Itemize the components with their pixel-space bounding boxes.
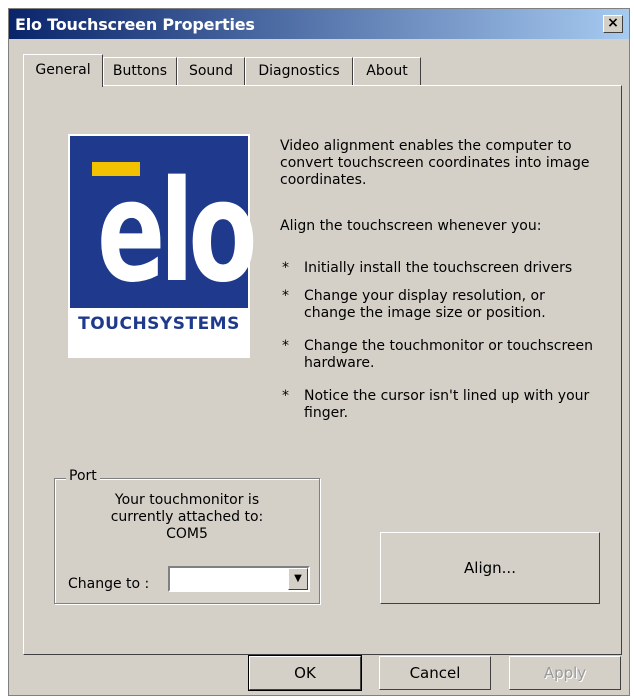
elo-logo: elo TOUCHSYSTEMS [68, 134, 258, 358]
apply-button[interactable]: Apply [509, 656, 621, 690]
tab-diagnostics[interactable]: Diagnostics [245, 57, 353, 85]
tab-general[interactable]: General [23, 54, 103, 87]
ok-button[interactable]: OK [248, 655, 362, 691]
bullet-marker: * [282, 260, 289, 276]
logo-subtitle: TOUCHSYSTEMS [78, 314, 240, 334]
close-icon: × [607, 15, 619, 31]
window-title: Elo Touchscreen Properties [15, 15, 255, 34]
close-button[interactable]: × [603, 15, 623, 33]
general-tab-panel: elo TOUCHSYSTEMS Video alignment enables… [23, 85, 622, 655]
logo-wordmark: elo [96, 151, 258, 314]
title-bar[interactable]: Elo Touchscreen Properties × [9, 9, 629, 39]
chevron-down-icon: ▼ [294, 573, 302, 584]
bullet-marker: * [282, 388, 289, 404]
bullet-marker: * [282, 288, 289, 304]
bullet-text: Change your display resolution, or chang… [304, 288, 546, 321]
tab-sound[interactable]: Sound [177, 57, 245, 85]
port-message-line2: currently attached to: [110, 509, 264, 525]
align-button[interactable]: Align... [380, 532, 600, 604]
tab-about[interactable]: About [353, 57, 421, 85]
port-message-line1: Your touchmonitor is [114, 492, 260, 508]
align-when-text: Align the touchscreen whenever you: [280, 218, 542, 234]
bullet-marker: * [282, 338, 289, 354]
tab-buttons[interactable]: Buttons [103, 57, 177, 85]
logo-background: elo [70, 136, 258, 314]
intro-text: Video alignment enables the computer to … [280, 138, 590, 188]
cancel-button[interactable]: Cancel [379, 656, 491, 690]
port-legend: Port [66, 468, 100, 484]
port-message: Your touchmonitor is currently attached … [54, 492, 320, 543]
bullet-text: Notice the cursor isn't lined up with yo… [304, 388, 590, 421]
properties-dialog: Elo Touchscreen Properties × General But… [8, 8, 630, 696]
bullet-text: Initially install the touchscreen driver… [304, 260, 573, 276]
port-select[interactable]: ▼ [168, 566, 310, 592]
change-to-label: Change to : [68, 576, 150, 592]
dropdown-button[interactable]: ▼ [288, 568, 308, 590]
current-port-value: COM5 [166, 526, 208, 542]
bullet-text: Change the touchmonitor or touchscreen h… [304, 338, 594, 371]
